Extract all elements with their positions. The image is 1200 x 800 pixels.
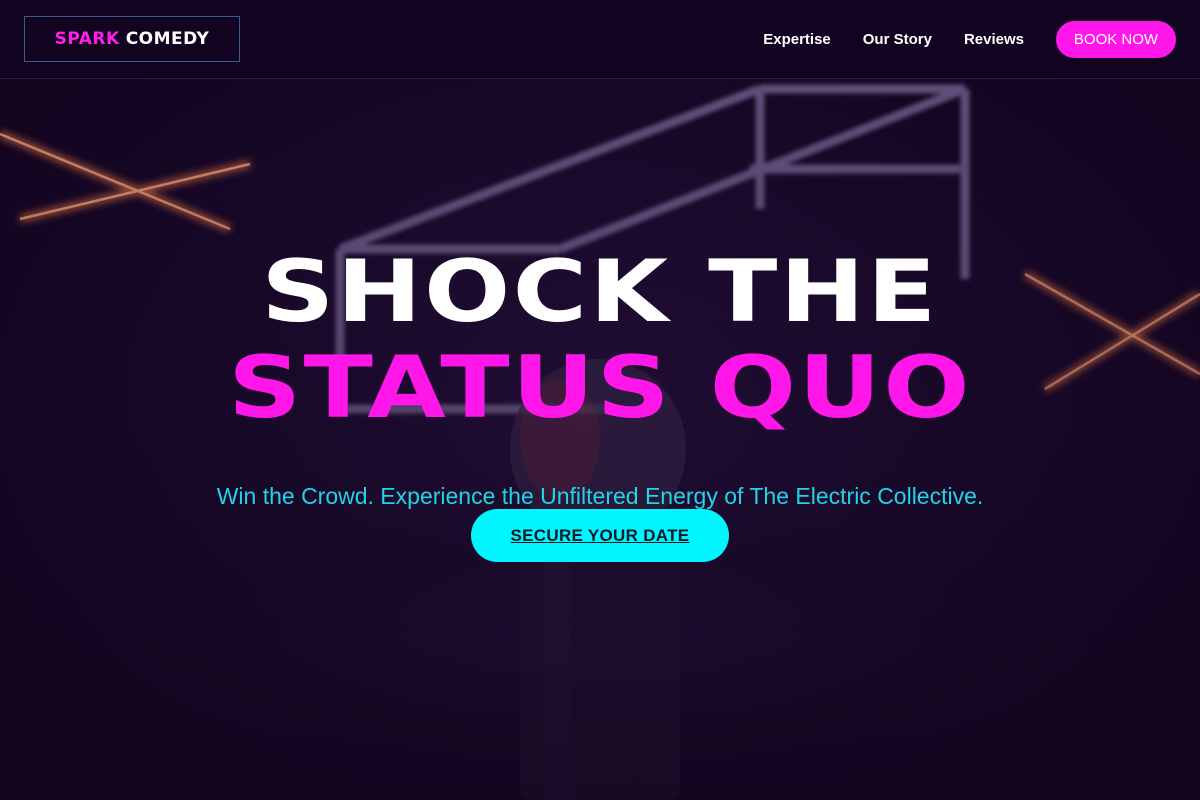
hero-subheadline: Win the Crowd. Experience the Unfiltered… <box>216 483 984 509</box>
hero-headline-line2: STATUS QUO <box>228 338 972 438</box>
logo-word-comedy: COMEDY <box>125 29 210 49</box>
hero-section: SHOCK THE STATUS QUO Win the Crowd. Expe… <box>0 79 1200 800</box>
secure-your-date-button[interactable]: SECURE YOUR DATE <box>471 509 729 562</box>
site-logo[interactable]: SPARK COMEDY <box>24 16 240 62</box>
hero-headline-line1: SHOCK THE <box>261 242 939 342</box>
logo-word-spark: SPARK <box>54 29 120 49</box>
nav-link-reviews[interactable]: Reviews <box>964 31 1024 48</box>
nav-link-our-story[interactable]: Our Story <box>863 31 932 48</box>
nav-link-expertise[interactable]: Expertise <box>763 31 831 48</box>
book-now-button[interactable]: BOOK NOW <box>1056 20 1176 58</box>
site-header: SPARK COMEDY Expertise Our Story Reviews… <box>0 0 1200 79</box>
main-nav: Expertise Our Story Reviews BOOK NOW <box>731 0 1176 78</box>
hero-overlay <box>0 79 1200 800</box>
